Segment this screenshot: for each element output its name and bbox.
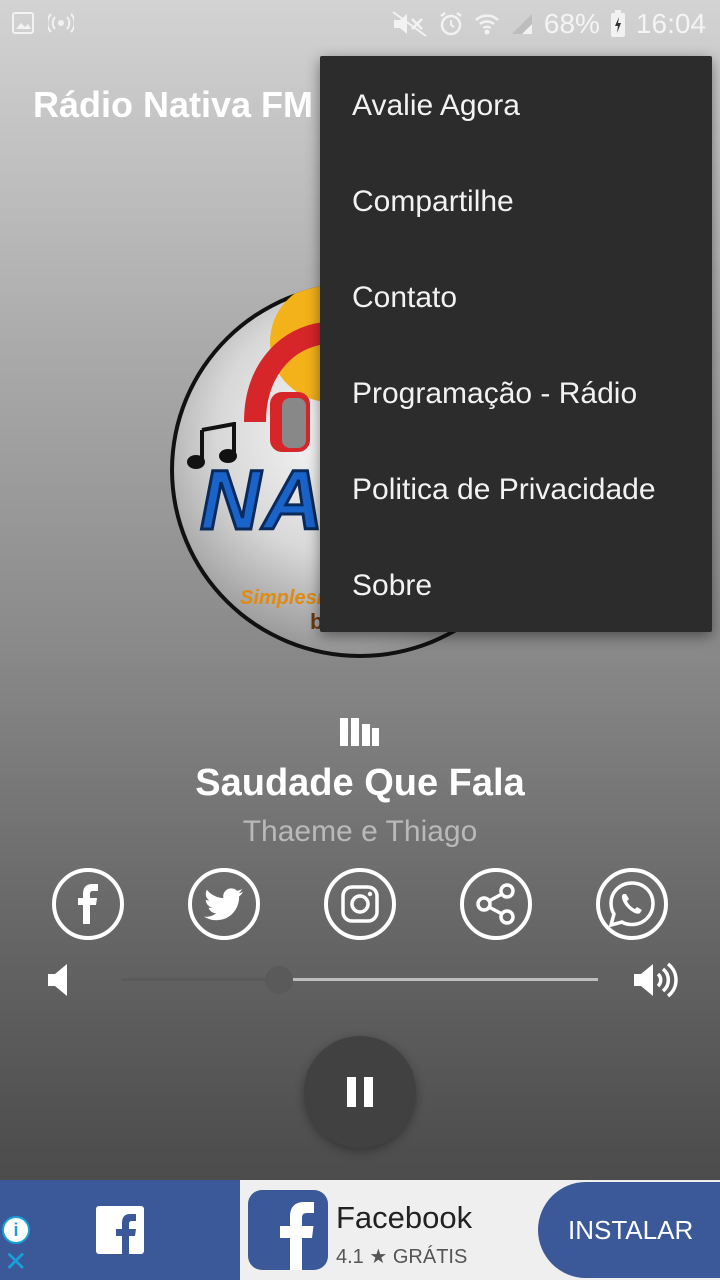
instagram-icon — [341, 885, 379, 923]
ad-app-name: Facebook — [336, 1200, 473, 1235]
signal-icon — [510, 12, 534, 36]
battery-percentage: 68% — [543, 8, 600, 39]
facebook-logo-icon — [96, 1206, 144, 1254]
install-button[interactable]: INSTALAR — [538, 1182, 720, 1278]
status-bar: 68% 16:04 — [0, 0, 720, 50]
logo-wordmark: NA — [198, 452, 326, 549]
hotspot-icon — [48, 12, 74, 34]
battery-charging-icon — [610, 10, 626, 38]
facebook-button[interactable] — [52, 868, 124, 940]
facebook-app-icon[interactable] — [248, 1190, 328, 1270]
volume-slider-fill — [122, 978, 279, 981]
facebook-icon — [78, 884, 98, 924]
menu-item-contato[interactable]: Contato — [320, 250, 712, 346]
volume-mute-icon[interactable] — [46, 962, 70, 1003]
mute-icon — [392, 11, 428, 37]
whatsapp-icon — [608, 881, 655, 928]
menu-item-programacao[interactable]: Programação - Rádio — [320, 346, 712, 442]
menu-item-compartilhe[interactable]: Compartilhe — [320, 154, 712, 250]
status-right-icons: 68% 16:04 — [392, 8, 706, 40]
menu-item-avalie-agora[interactable]: Avalie Agora — [320, 58, 712, 154]
equalizer-icon — [340, 716, 380, 751]
clock: 16:04 — [635, 8, 706, 39]
pause-button[interactable] — [304, 1036, 416, 1148]
menu-item-privacidade[interactable]: Politica de Privacidade — [320, 442, 712, 538]
share-icon — [476, 883, 515, 925]
volume-max-icon[interactable] — [632, 962, 678, 1003]
ad-app-meta: 4.1 ★ GRÁTIS — [336, 1244, 467, 1269]
song-title: Saudade Que Fala — [195, 762, 525, 804]
overflow-menu: Avalie Agora Compartilhe Contato Program… — [320, 56, 712, 632]
song-artist: Thaeme e Thiago — [242, 815, 478, 848]
wifi-icon — [474, 12, 500, 36]
app-title: Rádio Nativa FM — [33, 84, 314, 125]
ad-close-icon[interactable]: ✕ — [4, 1248, 27, 1276]
instagram-button[interactable] — [324, 868, 396, 940]
volume-slider-thumb[interactable] — [265, 966, 293, 994]
alarm-icon — [438, 11, 464, 37]
image-icon — [12, 12, 34, 34]
status-left-icons — [12, 12, 74, 34]
menu-item-sobre[interactable]: Sobre — [320, 538, 712, 634]
share-button[interactable] — [460, 868, 532, 940]
twitter-icon — [204, 888, 243, 921]
pause-icon — [347, 1077, 373, 1107]
star-icon: ★ — [369, 1246, 388, 1268]
twitter-button[interactable] — [188, 868, 260, 940]
ad-rating: 4.1 — [336, 1246, 364, 1268]
ad-info-icon[interactable]: i — [2, 1216, 30, 1244]
ad-price: GRÁTIS — [392, 1246, 468, 1268]
whatsapp-button[interactable] — [596, 868, 668, 940]
